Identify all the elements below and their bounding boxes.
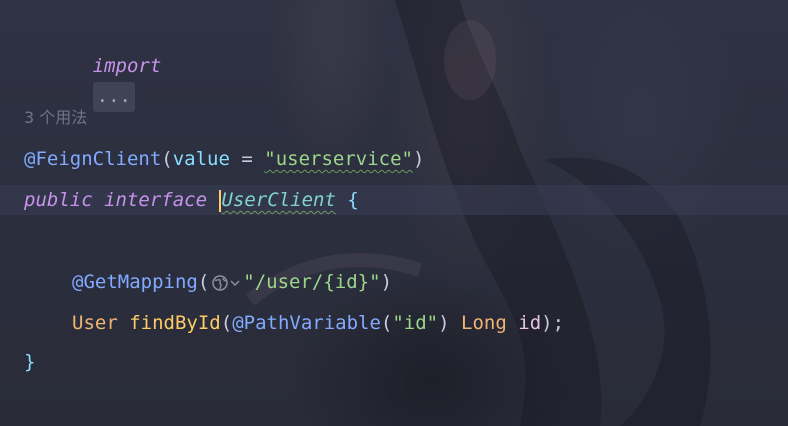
paren-close: ) [438,312,450,334]
code-line-interface[interactable]: public interface UserClient { [0,185,788,215]
path-variable-annotation: @PathVariable [232,312,381,334]
param-name: id [518,312,542,334]
paren-close: ) [380,271,393,293]
return-type: User [72,312,118,334]
service-name-string: "userservice" [264,148,413,170]
interface-name: UserClient [221,189,336,211]
feign-client-annotation: @FeignClient [24,148,162,170]
close-brace: } [24,351,36,373]
interface-keyword: interface [104,189,208,211]
code-editor[interactable]: import ... 3 个用法 @FeignClient(value = "u… [0,0,788,426]
code-line-feign-client[interactable]: @FeignClient(value = "userservice") [0,144,788,174]
paren-open: ( [197,271,210,293]
url-path-string: "/user/{id}" [243,271,381,293]
get-mapping-annotation: @GetMapping [72,271,198,293]
annotation-key: value [172,148,230,170]
paren-open: ( [380,312,393,334]
paren-close: ) [412,148,425,170]
usage-hint-line: 3 个用法 [0,103,788,133]
code-line-method[interactable]: User findById(@PathVariable("id") Long i… [0,308,788,338]
path-variable-string: "id" [392,312,439,334]
code-line-close-brace[interactable]: } [0,347,788,377]
statement-end: ); [541,312,565,334]
import-keyword: import [92,55,162,77]
chevron-down-icon [230,279,240,286]
method-name: findById [129,312,221,334]
code-line-import[interactable]: import ... [0,21,788,112]
paren-open: ( [161,148,173,170]
equals-sign: = [229,148,265,170]
usage-hint[interactable]: 3 个用法 [24,103,87,133]
url-hint-chip[interactable] [211,273,241,293]
open-brace: { [347,189,359,211]
code-line-get-mapping[interactable]: @GetMapping( "/user/{id}") [0,267,788,297]
param-type: Long [461,312,507,334]
globe-icon [212,274,229,291]
paren-open: ( [220,312,233,334]
public-keyword: public [24,189,93,211]
text-caret [218,189,221,212]
